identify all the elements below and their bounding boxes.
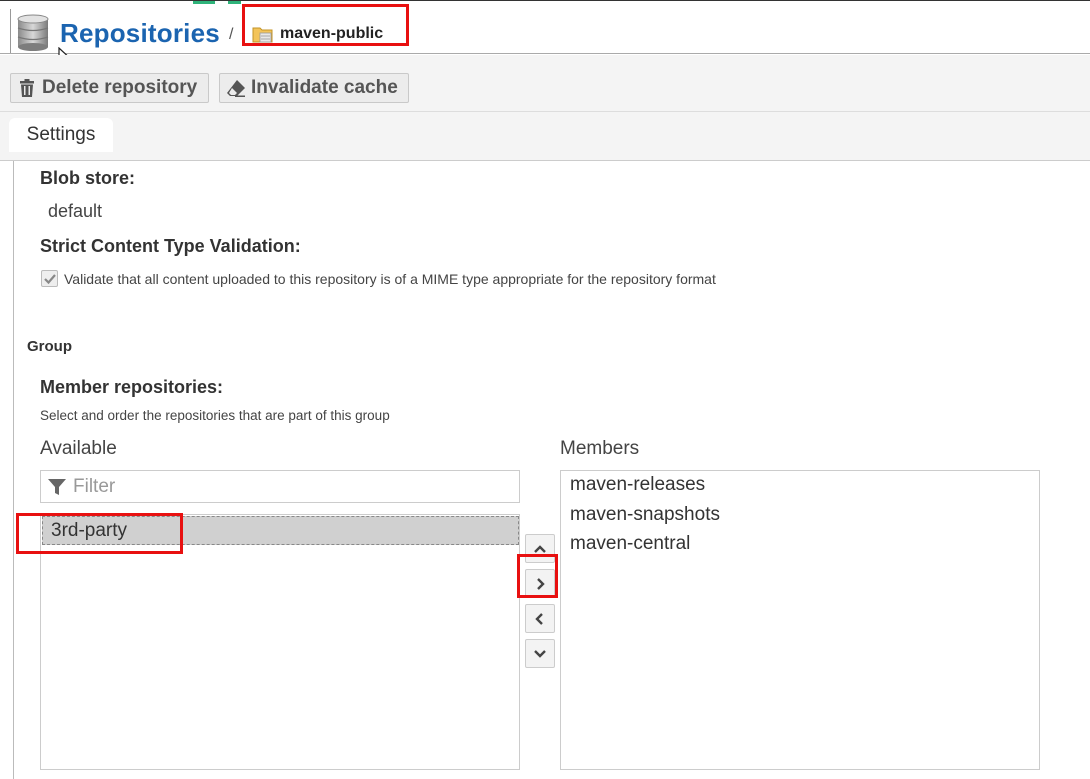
divider — [13, 161, 14, 779]
tab-bar: Settings — [0, 112, 1090, 161]
blob-store-label: Blob store: — [40, 168, 136, 188]
delete-repository-button[interactable]: Delete repository — [10, 73, 209, 103]
settings-form: Blob store: default Strict Content Type … — [0, 161, 1090, 779]
list-item-member[interactable]: maven-snapshots — [570, 504, 720, 526]
page: Repositories / maven-public Delete repos… — [0, 0, 1090, 779]
list-item-member[interactable]: maven-central — [570, 533, 690, 555]
trash-icon — [20, 79, 34, 97]
highlight-box — [242, 4, 409, 46]
list-item-member[interactable]: maven-releases — [570, 474, 705, 496]
accent-mark — [228, 1, 241, 4]
chevron-left-icon — [535, 612, 543, 625]
divider — [10, 9, 11, 53]
toolbar: Delete repository Invalidate cache — [0, 55, 1090, 112]
chevron-right-icon — [537, 577, 545, 590]
delete-repository-label: Delete repository — [42, 77, 198, 98]
available-list[interactable]: 3rd-party — [40, 514, 520, 770]
members-header: Members — [560, 438, 640, 459]
header: Repositories / maven-public — [0, 0, 1090, 69]
move-up-button[interactable] — [525, 534, 555, 563]
checkmark-icon — [44, 274, 56, 285]
invalidate-cache-label: Invalidate cache — [251, 77, 398, 98]
filter-input[interactable] — [73, 475, 493, 498]
filter-field[interactable] — [40, 470, 520, 503]
remove-member-button[interactable] — [525, 604, 555, 633]
add-member-button[interactable] — [525, 569, 555, 598]
tab-settings[interactable]: Settings — [9, 118, 113, 152]
page-title[interactable]: Repositories — [60, 18, 220, 49]
database-icon — [17, 14, 49, 51]
strict-validation-description: Validate that all content uploaded to th… — [64, 271, 716, 287]
chevron-down-icon — [534, 649, 546, 658]
strict-validation-label: Strict Content Type Validation: — [40, 236, 301, 256]
member-repositories-help: Select and order the repositories that a… — [40, 408, 390, 423]
member-repositories-label: Member repositories: — [40, 377, 224, 397]
available-header: Available — [40, 438, 117, 459]
blob-store-value: default — [48, 201, 103, 221]
move-down-button[interactable] — [525, 639, 555, 668]
group-section-title: Group — [27, 338, 72, 355]
accent-mark — [193, 1, 215, 4]
strict-validation-checkbox[interactable] — [41, 270, 58, 287]
chevron-up-icon — [534, 544, 546, 553]
filter-icon — [48, 478, 66, 495]
invalidate-cache-button[interactable]: Invalidate cache — [219, 73, 409, 103]
members-list[interactable]: maven-releases maven-snapshots maven-cen… — [560, 470, 1040, 770]
eraser-icon — [227, 80, 245, 97]
list-item-available[interactable]: 3rd-party — [42, 516, 519, 545]
breadcrumb-separator: / — [229, 26, 234, 43]
